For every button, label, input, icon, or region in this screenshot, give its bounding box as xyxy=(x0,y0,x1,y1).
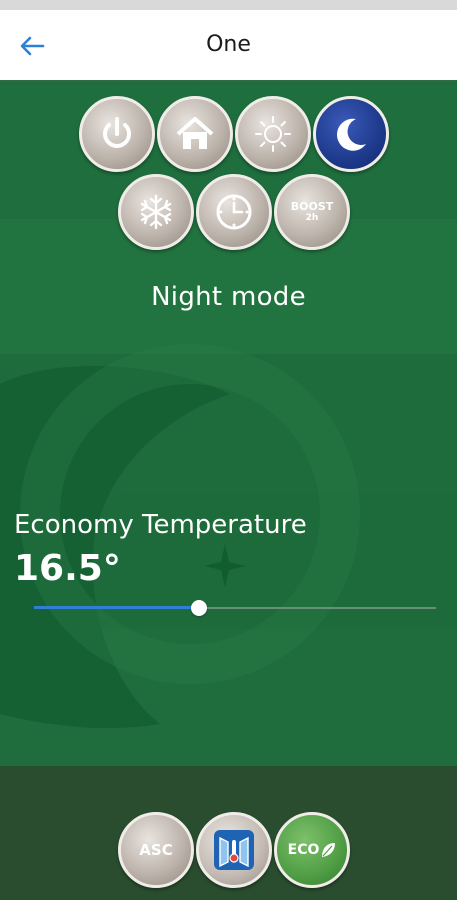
open-window-button[interactable] xyxy=(196,812,272,888)
mode-night-button[interactable] xyxy=(313,96,389,172)
eco-leaf-icon: ECO xyxy=(288,841,337,859)
home-icon xyxy=(176,117,214,149)
app-header: One xyxy=(0,10,457,82)
slider-thumb[interactable] xyxy=(190,600,207,616)
clock-icon xyxy=(216,194,252,230)
leaf-icon xyxy=(322,843,336,857)
page-title: One xyxy=(206,32,251,57)
moon-icon xyxy=(336,118,366,151)
asc-icon: ASC xyxy=(139,841,173,859)
eco-button[interactable]: ECO xyxy=(274,812,350,888)
mode-boost-button[interactable]: BOOST 2h xyxy=(274,174,350,250)
temperature-label: Economy Temperature xyxy=(14,510,307,540)
boost-sublabel: 2h xyxy=(305,213,319,223)
main-panel: BOOST 2h Night mode Economy Temperature … xyxy=(0,84,457,766)
current-mode-label: Night mode xyxy=(151,282,306,312)
window-thermometer-icon xyxy=(214,830,254,870)
power-icon xyxy=(103,117,131,148)
bottom-bar: ASC ECO xyxy=(0,766,457,900)
mode-frost-button[interactable] xyxy=(118,174,194,250)
mode-comfort-button[interactable] xyxy=(235,96,311,172)
sun-icon xyxy=(255,116,291,152)
mode-power-button[interactable] xyxy=(79,96,155,172)
temperature-value: 16.5° xyxy=(14,548,121,589)
asc-button[interactable]: ASC xyxy=(118,812,194,888)
temperature-slider[interactable] xyxy=(34,598,436,618)
snowflake-icon xyxy=(140,194,172,230)
boost-icon: BOOST 2h xyxy=(291,201,334,223)
boost-label: BOOST xyxy=(290,200,334,213)
mode-timer-button[interactable] xyxy=(196,174,272,250)
slider-fill xyxy=(34,606,199,609)
mode-home-button[interactable] xyxy=(157,96,233,172)
eco-label: ECO xyxy=(287,842,320,858)
status-strip xyxy=(0,0,457,10)
